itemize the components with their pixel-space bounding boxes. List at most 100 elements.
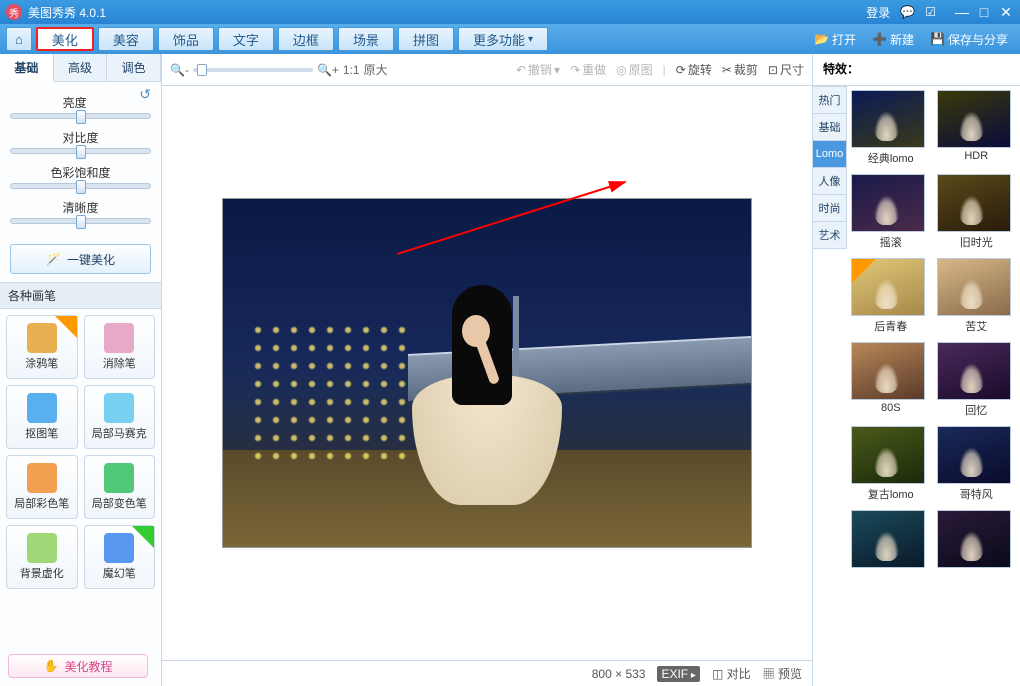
zoom-origsize[interactable]: 原大	[364, 61, 388, 78]
login-link[interactable]: 登录	[866, 4, 890, 21]
fx-label	[937, 568, 1017, 574]
fx-item-more[interactable]	[937, 510, 1017, 574]
zoom-in-icon[interactable]: 🔍+	[317, 63, 339, 77]
tab-collage[interactable]: 拼图	[398, 27, 454, 51]
redo-button[interactable]: ↷重做	[570, 61, 606, 78]
brush-icon	[104, 323, 134, 353]
effects-title: 特效：	[813, 54, 1020, 86]
contrast-label: 对比度	[10, 129, 151, 146]
fx-item-摇滚[interactable]: 摇滚	[851, 174, 931, 254]
fx-cat-人像[interactable]: 人像	[813, 167, 847, 195]
home-tab[interactable]: ⌂	[6, 27, 32, 51]
sharpen-slider[interactable]	[10, 218, 151, 224]
brush-label: 魔幻笔	[103, 565, 136, 581]
saturation-slider[interactable]	[10, 183, 151, 189]
menubar: ⌂ 美化 美容 饰品 文字 边框 场景 拼图 更多功能 📂打开 ➕新建 💾保存与…	[0, 24, 1020, 54]
sharpen-label: 清晰度	[10, 199, 151, 216]
fx-item-哥特风[interactable]: 哥特风	[937, 426, 1017, 506]
effects-panel: 特效： 热门基础Lomo人像时尚艺术 经典lomoHDR 摇滚旧时光后青春苦艾 80…	[812, 54, 1020, 686]
fx-label: 后青春	[851, 316, 931, 338]
subtab-basic[interactable]: 基础	[0, 54, 54, 82]
fx-item-HDR[interactable]: HDR	[937, 90, 1017, 170]
minimize-button[interactable]: —	[954, 4, 970, 20]
brush-局部变色笔[interactable]: 局部变色笔	[84, 455, 156, 519]
brush-icon	[27, 393, 57, 423]
tab-beautify[interactable]: 美化	[36, 27, 94, 51]
statusbar: 800 × 533 EXIF ▸ ◫ 对比 ▦ 预览	[162, 660, 812, 686]
fx-cat-艺术[interactable]: 艺术	[813, 221, 847, 249]
rotate-button[interactable]: ⟳旋转	[676, 61, 712, 78]
tab-scene[interactable]: 场景	[338, 27, 394, 51]
brush-背景虚化[interactable]: 背景虚化	[6, 525, 78, 589]
brush-局部马赛克[interactable]: 局部马赛克	[84, 385, 156, 449]
brush-icon	[104, 393, 134, 423]
save-button[interactable]: 💾保存与分享	[924, 31, 1014, 48]
compare-button[interactable]: ◫ 对比	[712, 665, 751, 682]
checkbox-icon[interactable]: ☑	[925, 5, 936, 19]
save-icon: 💾	[930, 32, 944, 46]
brush-icon	[27, 323, 57, 353]
fx-label: 苦艾	[937, 316, 1017, 338]
fx-item-more[interactable]	[851, 510, 931, 574]
zoom-slider[interactable]	[193, 68, 313, 72]
zoom-out-icon[interactable]: 🔍‑	[170, 63, 189, 77]
canvas[interactable]	[162, 86, 812, 660]
left-panel: 基础 高级 调色 ↺ 亮度 对比度 色彩饱和度 清晰度 🪄一键美化 各种画笔 涂…	[0, 54, 162, 686]
fx-label: 旧时光	[937, 232, 1017, 254]
zoom-ratio[interactable]: 1:1	[343, 63, 360, 77]
wand-icon: 🪄	[46, 252, 61, 266]
photo	[222, 198, 752, 548]
maximize-button[interactable]: □	[976, 4, 992, 20]
tab-accessory[interactable]: 饰品	[158, 27, 214, 51]
fx-cat-时尚[interactable]: 时尚	[813, 194, 847, 222]
brush-label: 消除笔	[103, 355, 136, 371]
feedback-icon[interactable]: 💬	[900, 5, 915, 19]
brush-label: 局部彩色笔	[14, 495, 69, 511]
brush-icon	[27, 533, 57, 563]
size-button[interactable]: ⊡尺寸	[768, 61, 804, 78]
subtab-advanced[interactable]: 高级	[54, 54, 108, 81]
tab-more[interactable]: 更多功能	[458, 27, 548, 51]
orig-button[interactable]: ◎原图	[616, 61, 653, 78]
brush-label: 局部变色笔	[92, 495, 147, 511]
fx-cat-热门[interactable]: 热门	[813, 86, 847, 114]
brush-icon	[27, 463, 57, 493]
titlebar: 秀 美图秀秀 4.0.1 登录 💬 ☑ — □ ✕	[0, 0, 1020, 24]
fx-item-80S[interactable]: 80S	[851, 342, 931, 422]
fx-cat-基础[interactable]: 基础	[813, 113, 847, 141]
reset-icon[interactable]: ↺	[139, 86, 151, 103]
fx-label: 回忆	[937, 400, 1017, 422]
exif-tag[interactable]: EXIF ▸	[657, 666, 699, 682]
fx-item-回忆[interactable]: 回忆	[937, 342, 1017, 422]
crop-button[interactable]: ✂裁剪	[722, 61, 758, 78]
subtab-color[interactable]: 调色	[107, 54, 161, 81]
tutorial-button[interactable]: ✋美化教程	[8, 654, 148, 678]
brush-抠图笔[interactable]: 抠图笔	[6, 385, 78, 449]
new-button[interactable]: ➕新建	[866, 31, 920, 48]
open-button[interactable]: 📂打开	[808, 31, 862, 48]
fx-cat-Lomo[interactable]: Lomo	[813, 140, 847, 168]
brush-icon	[104, 463, 134, 493]
brush-涂鸦笔[interactable]: 涂鸦笔	[6, 315, 78, 379]
close-button[interactable]: ✕	[998, 4, 1014, 20]
image-dimensions: 800 × 533	[592, 667, 646, 681]
fx-label: 摇滚	[851, 232, 931, 254]
brightness-label: 亮度	[10, 94, 151, 111]
brush-局部彩色笔[interactable]: 局部彩色笔	[6, 455, 78, 519]
fx-label: 80S	[851, 400, 931, 418]
fx-item-旧时光[interactable]: 旧时光	[937, 174, 1017, 254]
preview-button[interactable]: ▦ 预览	[763, 665, 802, 682]
brush-消除笔[interactable]: 消除笔	[84, 315, 156, 379]
fx-item-复古lomo[interactable]: 复古lomo	[851, 426, 931, 506]
tab-text[interactable]: 文字	[218, 27, 274, 51]
brush-魔幻笔[interactable]: 魔幻笔	[84, 525, 156, 589]
fx-item-经典lomo[interactable]: 经典lomo	[851, 90, 931, 170]
fx-item-后青春[interactable]: 后青春	[851, 258, 931, 338]
contrast-slider[interactable]	[10, 148, 151, 154]
tab-retouch[interactable]: 美容	[98, 27, 154, 51]
brightness-slider[interactable]	[10, 113, 151, 119]
undo-button[interactable]: ↶撤销▾	[516, 61, 560, 78]
tab-frame[interactable]: 边框	[278, 27, 334, 51]
auto-beautify-button[interactable]: 🪄一键美化	[10, 244, 151, 274]
fx-item-苦艾[interactable]: 苦艾	[937, 258, 1017, 338]
